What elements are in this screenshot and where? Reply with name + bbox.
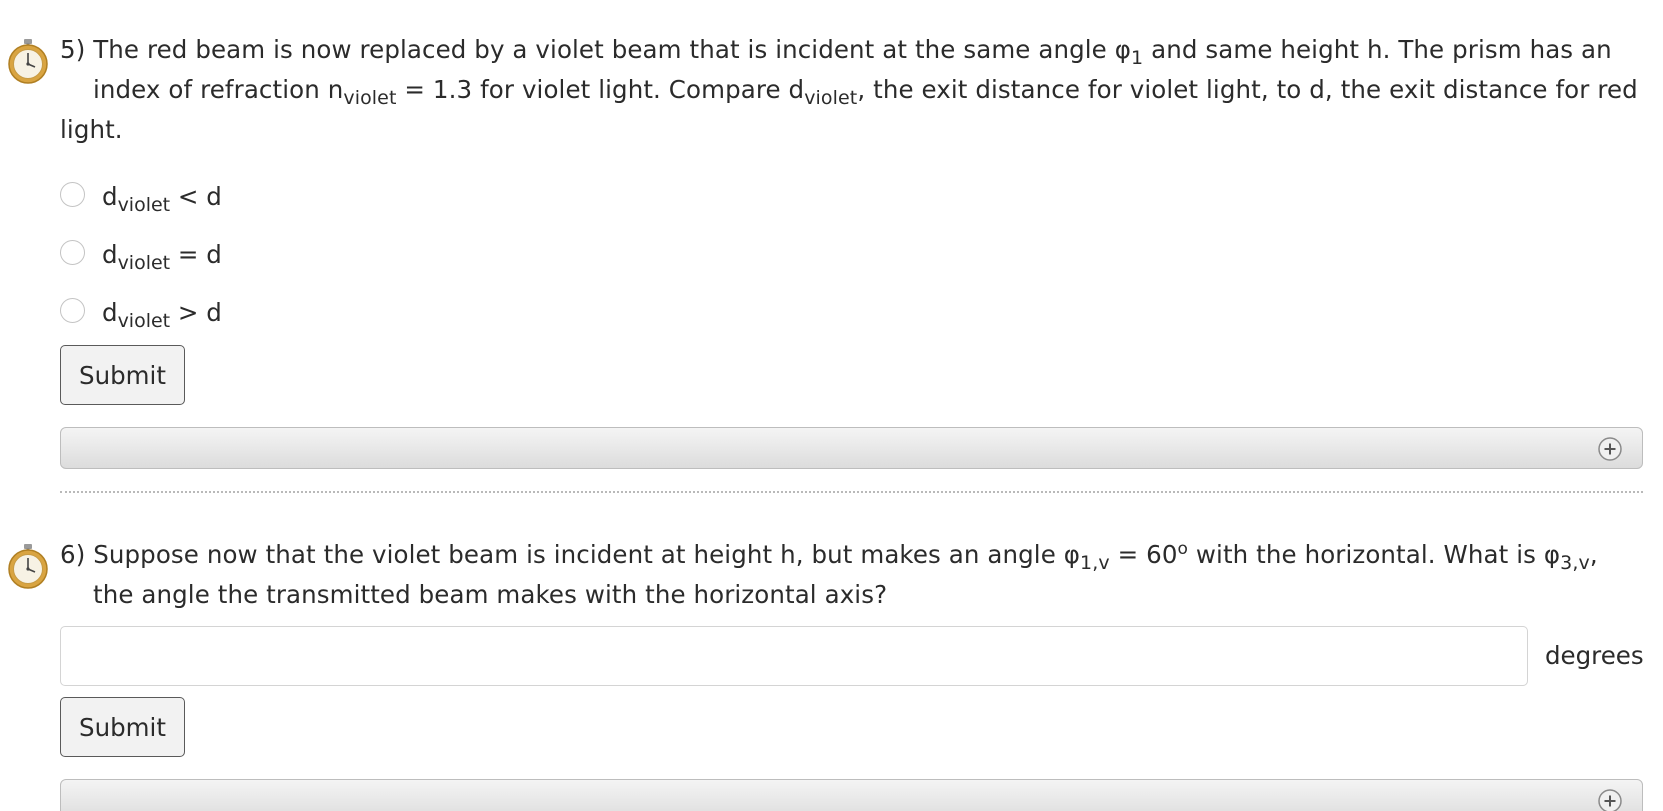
phi-symbol: φ — [1543, 540, 1561, 569]
question-6-line-1: 6) Suppose now that the violet beam is i… — [60, 535, 1598, 575]
degree-superscript: o — [1177, 539, 1189, 559]
option-subscript: violet — [117, 309, 171, 332]
question-5-text: 5) The red beam is now replaced by a vio… — [60, 30, 1638, 150]
option-d-less[interactable]: dviolet < d — [60, 167, 222, 225]
option-subscript: violet — [117, 251, 171, 274]
option-subscript: violet — [117, 193, 171, 216]
option-rest: > d — [170, 297, 222, 327]
question-5-text-part: light. — [60, 115, 123, 144]
question-5-line-3: light. — [60, 110, 1638, 150]
option-label: dviolet < d — [102, 181, 222, 215]
option-base: d — [102, 181, 118, 211]
stopwatch-icon — [8, 544, 48, 589]
question-6-text-part: = 60 — [1109, 540, 1178, 569]
question-6-text-part: , — [1589, 540, 1598, 569]
phi-symbol: φ — [1063, 540, 1081, 569]
stopwatch-icon — [8, 39, 48, 84]
radio-button[interactable] — [60, 239, 85, 265]
d-subscript: violet — [804, 87, 858, 109]
question-5-text-part: , the exit distance for violet light, to… — [857, 75, 1638, 104]
answer-options: dviolet < d dviolet = d dviolet > d — [60, 167, 222, 341]
option-d-equal[interactable]: dviolet = d — [60, 225, 222, 283]
question-6-text-part: 6) Suppose now that the violet beam is i… — [60, 540, 1064, 569]
submit-button-q6[interactable]: Submit — [60, 697, 185, 757]
question-5-line-2: index of refraction nviolet = 1.3 for vi… — [60, 70, 1638, 110]
radio-button[interactable] — [60, 181, 85, 207]
plus-circle-icon[interactable] — [1598, 437, 1622, 461]
option-rest: = d — [170, 239, 222, 269]
option-label: dviolet = d — [102, 239, 222, 273]
option-rest: < d — [170, 181, 222, 211]
hint-toggle-bar-q5[interactable] — [60, 427, 1643, 469]
angle-answer-input[interactable] — [60, 626, 1528, 686]
phi-subscript: 1,v — [1080, 552, 1110, 574]
question-divider — [60, 491, 1643, 493]
question-5-line-1: 5) The red beam is now replaced by a vio… — [60, 30, 1638, 70]
radio-button[interactable] — [60, 297, 85, 323]
question-5-text-part: and same height h. The prism has an — [1143, 35, 1612, 64]
option-d-greater[interactable]: dviolet > d — [60, 283, 222, 341]
option-label: dviolet > d — [102, 297, 222, 331]
question-6-line-2: the angle the transmitted beam makes wit… — [60, 575, 1598, 615]
phi-subscript: 1 — [1131, 47, 1144, 69]
question-6-text-part: the angle the transmitted beam makes wit… — [93, 580, 888, 609]
n-subscript: violet — [343, 87, 397, 109]
option-base: d — [102, 297, 118, 327]
question-5-text-part: index of refraction n — [93, 75, 344, 104]
units-label: degrees — [1545, 641, 1644, 670]
problem-page: 5) The red beam is now replaced by a vio… — [0, 0, 1663, 811]
plus-circle-icon[interactable] — [1598, 789, 1622, 811]
question-5-text-part: 5) The red beam is now replaced by a vio… — [60, 35, 1115, 64]
hint-toggle-bar-q6[interactable] — [60, 779, 1643, 811]
question-6-text-part: with the horizontal. What is — [1188, 540, 1544, 569]
submit-button-q5[interactable]: Submit — [60, 345, 185, 405]
question-5-text-part: = 1.3 for violet light. Compare d — [396, 75, 805, 104]
phi-subscript: 3,v — [1560, 552, 1590, 574]
phi-symbol: φ — [1114, 35, 1131, 64]
question-6-text: 6) Suppose now that the violet beam is i… — [60, 535, 1598, 615]
option-base: d — [102, 239, 118, 269]
